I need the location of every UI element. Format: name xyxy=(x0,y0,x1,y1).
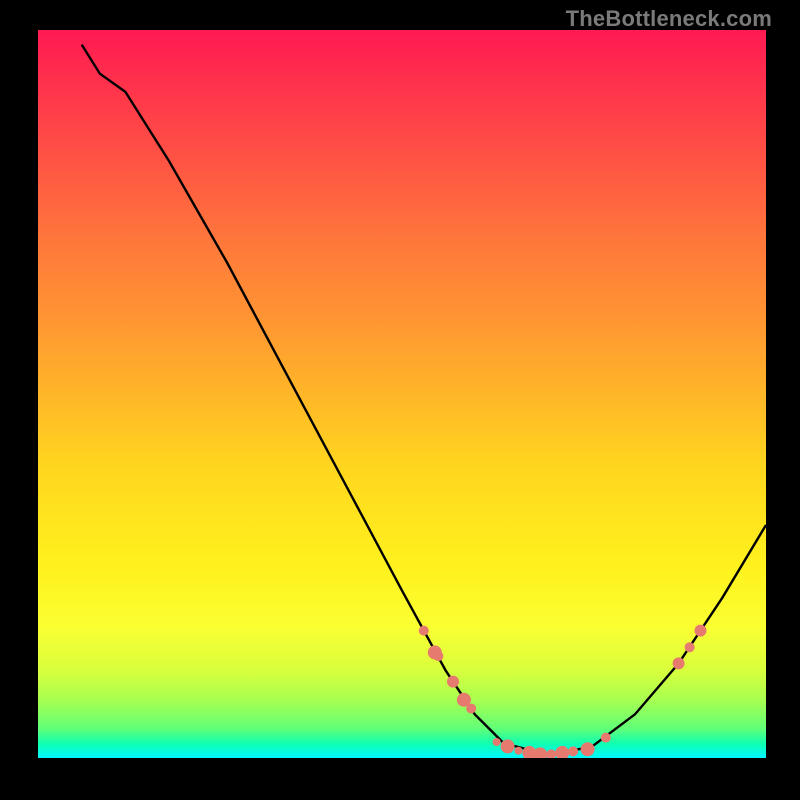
curve-marker xyxy=(546,749,556,758)
curve-markers xyxy=(419,625,707,758)
watermark-text: TheBottleneck.com xyxy=(566,6,772,32)
curve-layer xyxy=(38,30,766,758)
curve-marker xyxy=(515,747,523,755)
curve-marker xyxy=(466,704,476,714)
curve-marker xyxy=(685,642,695,652)
curve-marker xyxy=(695,625,707,637)
curve-marker xyxy=(493,738,501,746)
curve-marker xyxy=(568,746,578,756)
curve-marker xyxy=(601,733,611,743)
curve-marker xyxy=(433,651,443,661)
chart-frame: TheBottleneck.com xyxy=(0,0,800,800)
curve-marker xyxy=(501,739,515,753)
curve-marker xyxy=(419,626,429,636)
curve-marker xyxy=(581,742,595,756)
curve-marker xyxy=(673,657,685,669)
curve-marker xyxy=(447,676,459,688)
bottleneck-curve xyxy=(82,45,766,755)
curve-marker xyxy=(533,747,547,758)
plot-area xyxy=(38,30,766,758)
curve-marker xyxy=(555,746,569,758)
